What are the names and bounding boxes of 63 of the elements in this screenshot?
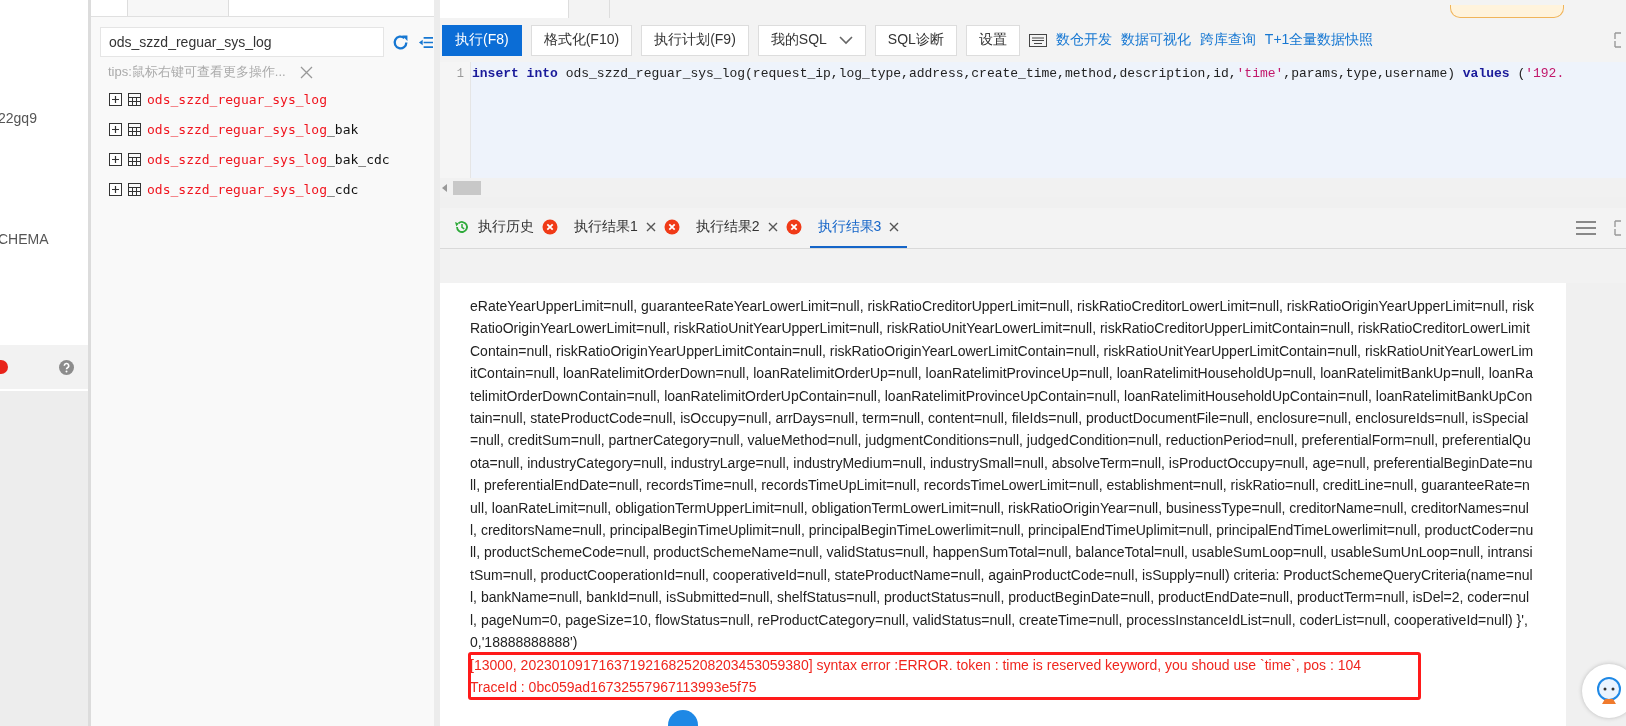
history-icon — [454, 219, 470, 235]
close-icon[interactable] — [645, 222, 656, 232]
error-icon — [663, 219, 680, 235]
result-text-line: telimitOrderDownContain=null, loanRatelimitOrderUpContain=null, loanRatelimitProvinceUpContain=null, loanRatelimitHouseholdUpContain=null, loanRatelimitBankUpCon — [470, 386, 1533, 406]
expand-icon[interactable] — [109, 152, 122, 166]
error-icon — [785, 219, 802, 235]
table-icon — [128, 92, 141, 106]
result-text-line: tain=null, stateProductCode=null, isOccupy=null, arrDays=null, term=null, content=null, fileIds=null, productDocumentFile=null, enclosure=null, enclosureIds=null, isSpecial — [470, 409, 1529, 429]
result-text-line: =null, creditSum=null, partnerCategory=null, valueMethod=null, judgmentConditions=null, judgedCondition=null, reductionPeriod=null, preferentialForm=null, preferentialQu — [470, 431, 1531, 451]
table-name[interactable]: ods_szzd_reguar_sys_log_bak — [147, 121, 359, 137]
table-icon — [128, 182, 141, 196]
tips-text: tips:鼠标右键可查看更多操作... — [108, 63, 286, 81]
expand-icon[interactable] — [109, 92, 122, 106]
assistant-bot-icon[interactable] — [1582, 664, 1626, 718]
table-name[interactable]: ods_szzd_reguar_sys_log_bak_cdc — [147, 151, 390, 167]
toolbar-button[interactable]: 设置 — [965, 24, 1020, 56]
toolbar-button[interactable]: 执行计划(F9) — [641, 24, 749, 56]
error-message: [13000, 2023010917163719216825208203453059380] syntax error :ERROR. token : time is reserved keyword, you shoud use `time`, pos : 104 — [470, 655, 1362, 675]
table-name[interactable]: ods_szzd_reguar_sys_log_cdc — [147, 181, 359, 197]
result-text-line: ull, loanRateLimit=null, obligationTermUpperLimit=null, obligationTermLowerLimit=null, riskRatioOriginYear=null, businessType=null, creditorName=null, creditorNames=nul — [470, 498, 1529, 518]
list-icon[interactable] — [417, 34, 434, 50]
scrollbar-thumb[interactable] — [453, 180, 481, 195]
expand-icon[interactable] — [109, 182, 122, 196]
result-tab[interactable]: 执行历史 — [446, 208, 566, 248]
help-icon[interactable] — [59, 359, 74, 375]
result-text-line: Contain=null, riskRatioOriginYearUpperLimitContain=null, riskRatioOriginYearLowerLimitContain=null, riskRatioUnitYearUpperLimitContain=null, riskRatioUnitYearLowerLim — [470, 341, 1534, 361]
expand-icon[interactable] — [109, 122, 122, 136]
toolbar-link[interactable]: 数仓开发 — [1055, 31, 1112, 49]
result-tab[interactable]: 执行结果1 — [566, 208, 688, 248]
toolbar-button[interactable]: SQL诊断 — [874, 24, 957, 56]
result-text-line: itContain=null, loanRatelimitOrderDown=null, loanRatelimitOrderUp=null, loanRatelimitProvinceUp=null, loanRatelimitHouseholdUp=null, loanRatelimitBankUp=null, loanRa — [470, 364, 1533, 384]
result-text-line: eRateYearUpperLimit=null, guaranteeRateYearLowerLimit=null, riskRatioCreditorUpperLimit=null, riskRatioCreditorLowerLimit=null, riskRatioOriginYearUpperLimit=null, risk — [470, 297, 1535, 316]
result-text-line: ll, preferentialEndDate=null, recordsTime=null, recordsTimeUpLimit=null, recordsTimeLowerLimit=null, establishment=null, riskRatio=null, creditLine=null, guaranteeRate=n — [470, 476, 1530, 496]
result-text-line: l, pageNum=0, pageSize=10, flowStatus=null, reProductCategory=null, validStatus=null, createTime=null, processInstanceIdList=null, coderList=null, cooperativeId=null) }', — [470, 610, 1528, 630]
close-icon[interactable] — [889, 222, 900, 232]
caret-icon — [838, 35, 853, 45]
result-text-line: ll, productSchemeCode=null, productSchemeName=null, validStatus=null, happenSumTotal=null, balanceTotal=null, usableSumLoop=null, usableSumUnLoop=null, intransi — [470, 543, 1533, 563]
run-button[interactable]: 执行(F8) — [442, 24, 522, 56]
table-name[interactable]: ods_szzd_reguar_sys_log — [147, 91, 327, 107]
refresh-icon[interactable] — [392, 33, 409, 51]
result-text-line: RatioOriginYearLowerLimit=null, riskRatioUnitYearUpperLimit=null, riskRatioUnitYearLowerLimit=null, riskRatioCreditorUpperLimitContain=null, riskRatioCreditorLowerLimit — [470, 319, 1530, 339]
dropdown-button[interactable]: 我的SQL — [757, 24, 866, 56]
line-number: 1 — [456, 67, 464, 83]
result-text-line: 0,'18888888888') — [470, 633, 578, 653]
error-icon — [542, 219, 558, 235]
close-icon[interactable] — [767, 222, 778, 232]
search-field[interactable]: ods_szzd_reguar_sys_log — [100, 27, 384, 57]
toolbar-link[interactable]: 跨库查询 — [1199, 31, 1256, 49]
toolbar-button[interactable]: 格式化(F10) — [530, 24, 633, 56]
result-text-line: l, creditorsName=null, principalBeginTimeUplimit=null, principalBeginTimeLowerlimit=null, principalEndTimeUplimit=null, principalEndTimeLowerlimit=null, productCoder=nu — [470, 521, 1534, 541]
toolbar-link[interactable]: T+1全量数据快照 — [1264, 31, 1374, 49]
result-text-line: tSum=null, productCooperationId=null, cooperativeId=null, stateProductName=null, againProductCode=null, isSupply=null) criteria: ProductSchemeQueryCriteria(name=nul — [470, 565, 1533, 585]
result-text-line: ota=null, industryCategory=null, industryLarge=null, industryMedium=null, industrySmall=null, absolveTerm=null, isProductOccupy=null, age=null, preferentialBeginDate=nu — [470, 453, 1533, 473]
result-text-line: l, bankName=null, bankId=null, isSubmitted=null, shelfStatus=null, productStatus=null, productBeginDate=null, productEndDate=null, productTerm=null, isDel=2, coder=nul — [470, 588, 1530, 608]
menu-icon[interactable] — [1576, 220, 1596, 236]
try-editor-badge[interactable] — [1450, 5, 1564, 18]
table-icon — [128, 152, 141, 166]
keyboard-icon — [1028, 33, 1047, 47]
error-message: TraceId : 0bc059ad16732557967113993e5f75 — [470, 677, 757, 697]
result-tab[interactable]: 执行结果2 — [687, 208, 810, 248]
toolbar-link[interactable]: 数据可视化 — [1120, 31, 1191, 49]
scroll-left-icon[interactable] — [442, 183, 448, 192]
table-icon — [128, 122, 141, 136]
